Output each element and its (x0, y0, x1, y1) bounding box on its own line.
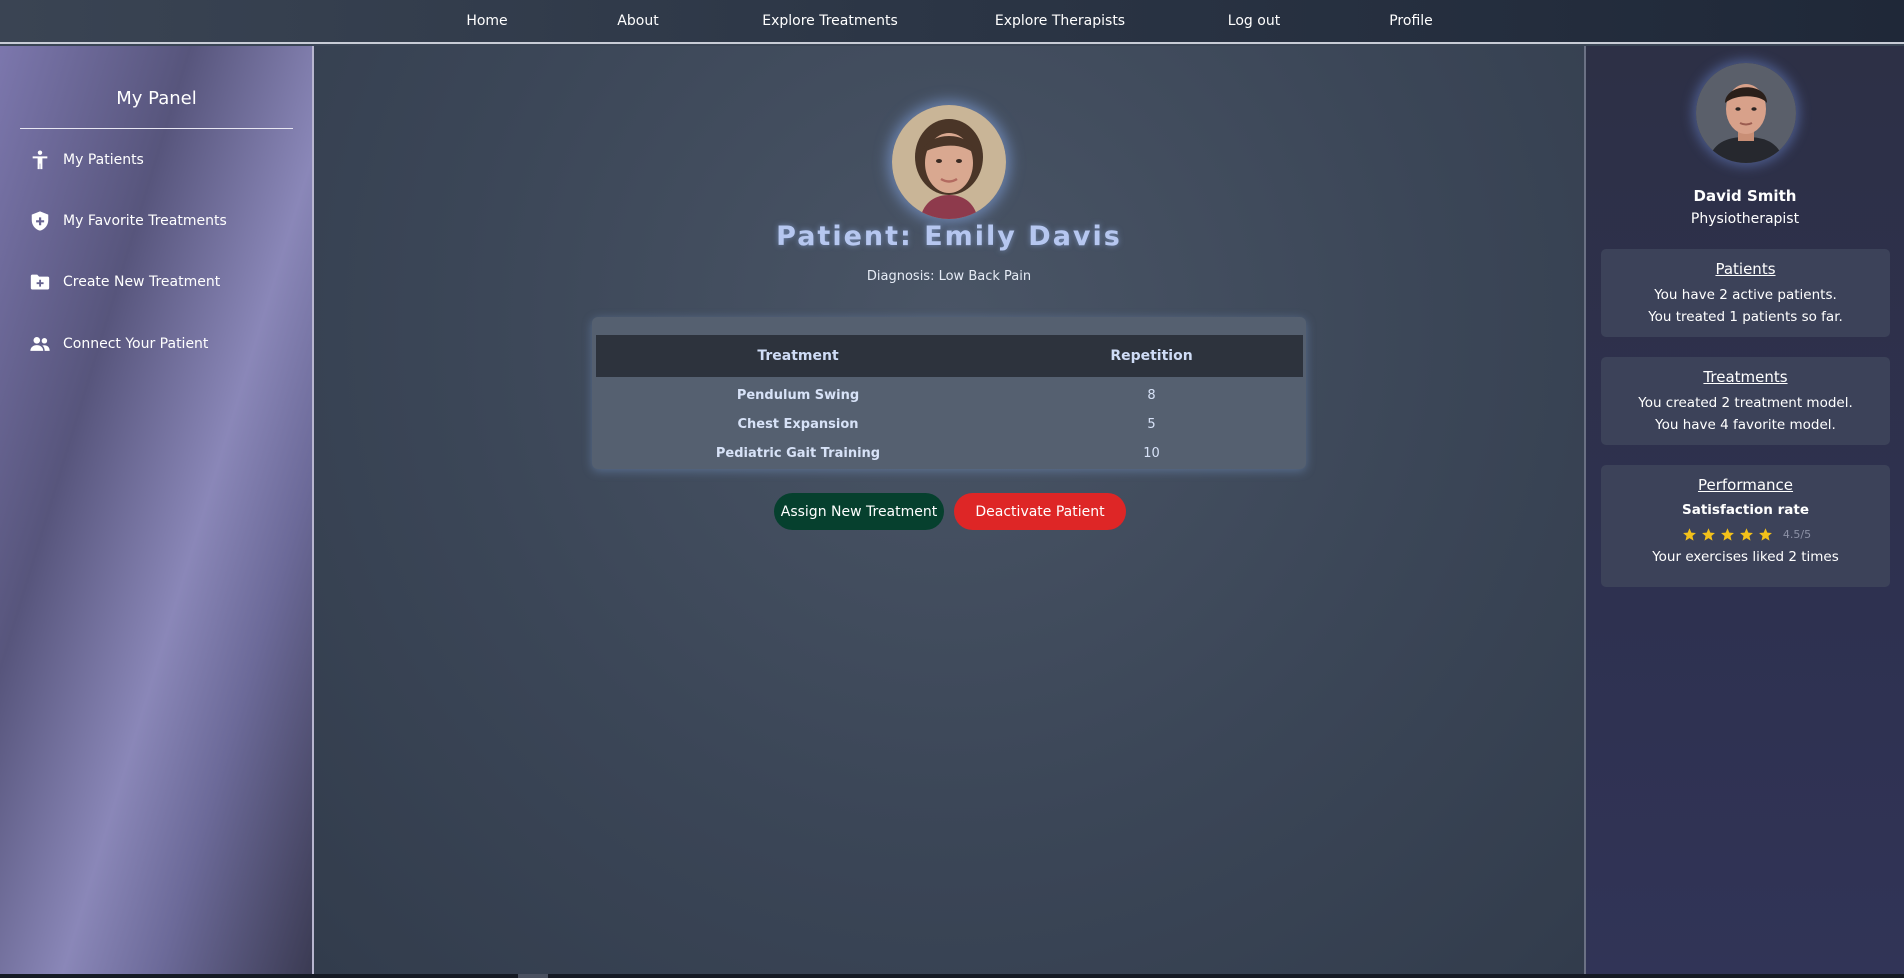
star-rating: 4.5/5 (1601, 527, 1890, 542)
repetition-cell: 8 (1147, 387, 1156, 403)
column-header-treatment: Treatment (757, 348, 839, 364)
therapist-role: Physiotherapist (1690, 211, 1800, 227)
users-icon (30, 337, 50, 351)
treatments-card-line: You created 2 treatment model. (1638, 395, 1853, 411)
treatment-cell: Chest Expansion (737, 416, 859, 432)
patients-card-line: You treated 1 patients so far. (1648, 309, 1843, 325)
column-header-repetition: Repetition (1110, 348, 1193, 364)
treatments-card: Treatments You created 2 treatment model… (1601, 357, 1890, 445)
patient-avatar (892, 105, 1006, 219)
repetition-cell: 10 (1143, 445, 1160, 461)
repetition-cell: 5 (1147, 416, 1156, 432)
sidebar-item-create-treatment[interactable]: Create New Treatment (29, 269, 220, 295)
patient-title: Patient: Emily Davis (776, 221, 1122, 252)
sidebar: My Panel My Patients My Favorite Treatme… (0, 46, 314, 978)
diagnosis-text: Diagnosis: Low Back Pain (866, 269, 1032, 284)
nav-explore-treatments[interactable]: Explore Treatments (762, 13, 898, 29)
nav-profile[interactable]: Profile (1389, 13, 1433, 29)
performance-card: Performance Satisfaction rate 4.5/5 Your… (1601, 465, 1890, 587)
nav-explore-therapists[interactable]: Explore Therapists (995, 13, 1125, 29)
horizontal-scrollbar[interactable] (0, 974, 1904, 978)
folder-plus-icon (30, 274, 50, 290)
shield-plus-icon (31, 211, 49, 231)
sidebar-item-my-patients[interactable]: My Patients (29, 147, 144, 173)
sidebar-title: My Panel (116, 88, 197, 109)
star-icon (1739, 528, 1753, 541)
star-icon (1701, 528, 1715, 541)
therapist-avatar (1696, 63, 1796, 163)
satisfaction-label: Satisfaction rate (1682, 502, 1809, 518)
patients-card-line: You have 2 active patients. (1654, 287, 1837, 303)
treatment-table: Treatment Repetition Pendulum Swing 8 Ch… (592, 317, 1306, 469)
performance-card-title[interactable]: Performance (1601, 476, 1890, 494)
sidebar-item-label: Connect Your Patient (63, 336, 209, 352)
table-header: Treatment Repetition (596, 335, 1303, 377)
nav-home[interactable]: Home (466, 13, 507, 29)
table-row: Chest Expansion 5 (596, 411, 1303, 437)
deactivate-patient-button[interactable]: Deactivate Patient (954, 493, 1126, 530)
table-row: Pendulum Swing 8 (596, 382, 1303, 408)
sidebar-item-label: Create New Treatment (63, 274, 221, 290)
rating-text: 4.5/5 (1782, 528, 1812, 541)
likes-text: Your exercises liked 2 times (1652, 549, 1839, 565)
patients-card-title[interactable]: Patients (1601, 260, 1890, 278)
person-icon (32, 150, 48, 170)
main-content: Patient: Emily Davis Diagnosis: Low Back… (314, 46, 1584, 978)
top-navbar: Home About Explore Treatments Explore Th… (0, 0, 1904, 44)
treatment-cell: Pendulum Swing (736, 387, 860, 403)
therapist-panel: David Smith Physiotherapist Patients You… (1584, 46, 1904, 978)
star-icon (1758, 528, 1772, 541)
sidebar-item-connect-patient[interactable]: Connect Your Patient (29, 331, 208, 357)
sidebar-item-favorite-treatments[interactable]: My Favorite Treatments (29, 208, 227, 234)
treatments-card-title[interactable]: Treatments (1601, 368, 1890, 386)
treatments-card-line: You have 4 favorite model. (1655, 417, 1836, 433)
nav-about[interactable]: About (617, 13, 658, 29)
scrollbar-thumb[interactable] (518, 974, 548, 978)
sidebar-item-label: My Favorite Treatments (63, 213, 227, 229)
sidebar-item-label: My Patients (63, 152, 144, 168)
therapist-name: David Smith (1693, 187, 1797, 205)
nav-log-out[interactable]: Log out (1228, 13, 1280, 29)
table-row: Pediatric Gait Training 10 (596, 440, 1303, 466)
star-icon (1682, 528, 1696, 541)
sidebar-divider (20, 128, 293, 129)
treatment-cell: Pediatric Gait Training (715, 445, 881, 461)
patients-card: Patients You have 2 active patients. You… (1601, 249, 1890, 337)
star-icon (1720, 528, 1734, 541)
assign-new-treatment-button[interactable]: Assign New Treatment (774, 493, 944, 530)
